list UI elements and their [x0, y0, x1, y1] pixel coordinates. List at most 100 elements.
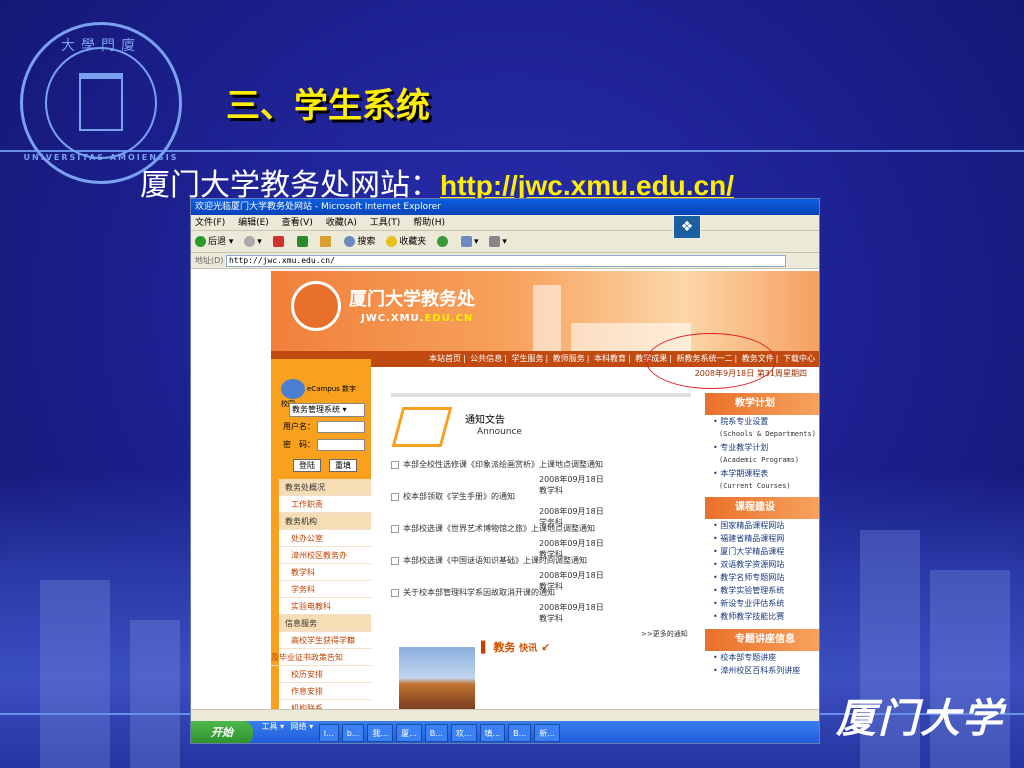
stop-icon[interactable]: [272, 236, 286, 247]
nav-student-service[interactable]: 学生服务: [512, 354, 544, 363]
left-menu-item[interactable]: 实验电教科: [279, 598, 371, 615]
left-menu-item[interactable]: 漳州校区教务办: [279, 547, 371, 564]
website-link[interactable]: http://jwc.xmu.edu.cn/: [440, 170, 734, 201]
news-title-link[interactable]: 校本部领取《学生手册》的通知: [391, 491, 691, 502]
course-link[interactable]: • 教学实验管理系统: [705, 584, 819, 597]
forward-button[interactable]: ▾: [244, 236, 262, 247]
news-date: 2008年09月18日: [539, 475, 604, 484]
taskbar-task-button[interactable]: B...: [508, 724, 532, 742]
back-button[interactable]: 后退 ▾: [195, 236, 233, 247]
menu-view[interactable]: 查看(V): [282, 218, 313, 228]
reset-button[interactable]: 重填: [329, 459, 357, 472]
taskbar-task-button[interactable]: I...: [318, 724, 339, 742]
more-notices-link[interactable]: >>更多的通知: [641, 629, 688, 639]
address-label: 地址(D): [195, 256, 224, 265]
menu-tools[interactable]: 工具(T): [370, 218, 401, 228]
right-panel: 教学计划 • 院系专业设置 (Schools & Departments) • 专业…: [705, 393, 819, 709]
menu-edit[interactable]: 编辑(E): [238, 218, 269, 228]
course-link[interactable]: • 教学名师专题网站: [705, 571, 819, 584]
teaching-plan-link[interactable]: • 院系专业设置: [705, 415, 819, 428]
banner-title: 厦门大学教务处: [349, 289, 475, 310]
ecampus-people-icon: [281, 379, 305, 399]
left-menu: 教务处概况 工作职责 教务机构 处办公室 漳州校区教务办 教学科 学务科 实验电教科 信息服务高…: [271, 479, 371, 717]
teaching-plan-link-en: (Schools & Departments): [719, 430, 816, 438]
history-icon[interactable]: [437, 236, 450, 247]
teaching-plan-header: 教学计划: [705, 393, 819, 415]
course-list: • 国家精品课程网站 • 福建省精品课程网 • 厦门大学精品课程 • 双语教学资源网站…: [705, 519, 819, 623]
lecture-link[interactable]: • 漳州校区百科系列讲座: [705, 664, 819, 677]
login-button[interactable]: 登陆: [293, 459, 321, 472]
course-link[interactable]: • 厦门大学精品课程: [705, 545, 819, 558]
password-input[interactable]: [317, 439, 365, 451]
menu-help[interactable]: 帮助(H): [413, 218, 445, 228]
taskbar-tools[interactable]: 工具: [262, 722, 278, 731]
left-menu-item[interactable]: 信息服务: [279, 615, 371, 632]
left-menu-item[interactable]: 教学科: [279, 564, 371, 581]
search-button[interactable]: 搜索: [344, 236, 375, 247]
nav-undergrad[interactable]: 本科教育: [594, 354, 626, 363]
notice-decor-icon: [391, 407, 453, 447]
status-bar: [191, 709, 819, 721]
mail-icon[interactable]: ▾: [460, 236, 479, 247]
username-input[interactable]: [317, 421, 365, 433]
lecture-link[interactable]: • 校本部专题讲座: [705, 651, 819, 664]
news-item: 关于校本部管理科学系因故取消开课的通知 2008年09月18日教学科: [391, 587, 691, 624]
address-bar: 地址(D) http://jwc.xmu.edu.cn/: [191, 253, 819, 269]
left-menu-item[interactable]: 校历安排: [279, 666, 371, 683]
course-link[interactable]: • 国家精品课程网站: [705, 519, 819, 532]
nav-home[interactable]: 本站首页: [429, 354, 461, 363]
news-title-link[interactable]: 本部校选课《中国谜语知识基础》上课时间调整通知: [391, 555, 691, 566]
course-link[interactable]: • 福建省精品课程网: [705, 532, 819, 545]
start-button[interactable]: 开始: [191, 721, 253, 743]
news-meta: 2008年09月18日教学科: [539, 602, 691, 624]
favorites-button[interactable]: 收藏夹: [386, 236, 426, 247]
news-title-link[interactable]: 本部校选课《世界艺术博物馆之旅》上课地点调整通知: [391, 523, 691, 534]
news-date: 2008年09月18日: [539, 571, 604, 580]
search-icon: [344, 236, 356, 247]
taskbar-task-button[interactable]: b...: [341, 724, 365, 742]
teaching-plan-link-en: (Current Courses): [719, 482, 791, 490]
teaching-plan-link-en: (Academic Programs): [719, 456, 800, 464]
nav-teacher-service[interactable]: 教师服务: [553, 354, 585, 363]
taskbar-task-button[interactable]: 欢...: [450, 724, 477, 742]
address-input[interactable]: http://jwc.xmu.edu.cn/: [225, 254, 786, 267]
left-menu-item[interactable]: 处办公室: [279, 530, 371, 547]
nav-download[interactable]: 下载中心: [783, 354, 815, 363]
taskbar-network[interactable]: 网络: [291, 722, 307, 731]
home-icon[interactable]: [320, 236, 333, 247]
course-link[interactable]: • 教师教学技能比赛: [705, 610, 819, 623]
news-title-link[interactable]: 本部全校性选修课《印象派绘画赏析》上课地点调整通知: [391, 459, 691, 470]
menu-file[interactable]: 文件(F): [195, 218, 225, 228]
browser-window-screenshot: 欢迎光临厦门大学教务处网站 - Microsoft Internet Explo…: [190, 198, 820, 744]
print-icon[interactable]: ▾: [489, 236, 507, 247]
calligraphy-signature: 厦门大学: [836, 695, 1004, 742]
browser-toolbar: 后退 ▾ ▾ 搜索 收藏夹 ▾ ▾: [191, 231, 819, 253]
menu-favorites[interactable]: 收藏(A): [326, 218, 357, 228]
left-menu-item[interactable]: 教务处概况: [279, 479, 371, 496]
taskbar-task-button[interactable]: B...: [424, 724, 448, 742]
system-select[interactable]: 教务管理系统 ▾: [289, 403, 365, 417]
left-menu-item[interactable]: 学务科: [279, 581, 371, 598]
taskbar-task-button[interactable]: 新...: [534, 724, 560, 742]
left-menu-item[interactable]: 作息安排: [279, 683, 371, 700]
refresh-icon[interactable]: [296, 236, 310, 247]
nav-public-info[interactable]: 公共信息: [470, 354, 502, 363]
teaching-plan-link[interactable]: • 本学期课程表: [705, 467, 819, 480]
left-menu-item[interactable]: 及毕业证书政策告知: [271, 649, 371, 666]
news-date: 2008年09月18日: [539, 603, 604, 612]
news-title-link[interactable]: 关于校本部管理科学系因故取消开课的通知: [391, 587, 691, 598]
left-menu-item[interactable]: 高校学生获得学籍: [279, 632, 371, 649]
course-link[interactable]: • 双语教学资源网站: [705, 558, 819, 571]
news-dept: 教学科: [539, 614, 563, 623]
windows-flag-icon: ❖: [673, 215, 701, 239]
left-menu-item[interactable]: 教务机构: [279, 513, 371, 530]
web-page-content: 厦门大学教务处 JWC.XMU.EDU.CN 本站首页 | 公共信息 | 学生服务 |…: [191, 271, 819, 717]
taskbar-task-button[interactable]: 厦...: [396, 724, 422, 742]
site-seal-icon: [291, 281, 341, 331]
taskbar-task-button[interactable]: 填...: [479, 724, 506, 742]
left-menu-item[interactable]: 工作职责: [279, 496, 371, 513]
taskbar-task-button[interactable]: 我...: [367, 724, 394, 742]
teaching-plan-link[interactable]: • 专业教学计划: [705, 441, 819, 454]
menu-bar: 文件(F) 编辑(E) 查看(V) 收藏(A) 工具(T) 帮助(H): [191, 215, 819, 231]
course-link[interactable]: • 新设专业评估系统: [705, 597, 819, 610]
